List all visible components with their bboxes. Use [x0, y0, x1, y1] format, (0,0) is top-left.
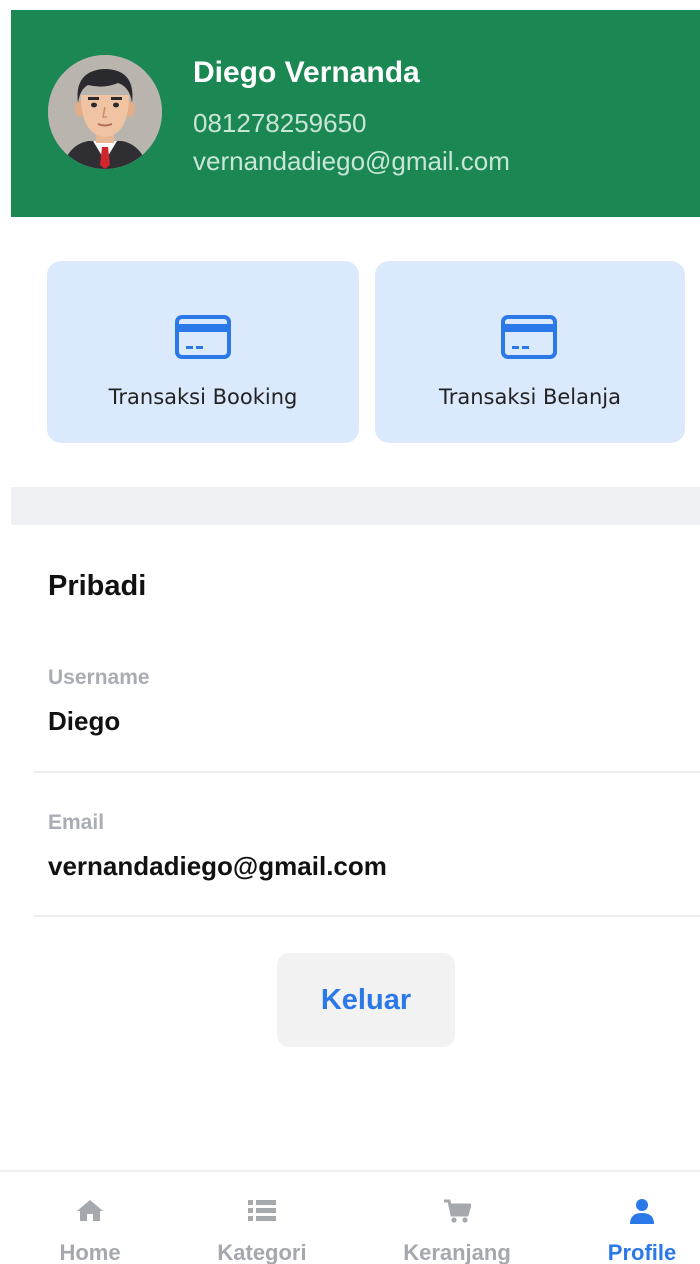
profile-name: Diego Vernanda [193, 56, 420, 89]
section-title: Pribadi [48, 570, 147, 602]
user-avatar-icon [48, 55, 162, 169]
email-value: vernandadiego@gmail.com [48, 851, 387, 881]
username-value: Diego [48, 706, 121, 736]
bottom-tab-bar: Home Kategori Keranjang Profile [0, 1170, 700, 1264]
profile-email: vernandadiego@gmail.com [193, 146, 510, 176]
tab-home[interactable]: Home [40, 1172, 140, 1264]
section-divider [11, 487, 700, 525]
tab-label: Keranjang [403, 1240, 511, 1264]
transaksi-belanja-button[interactable]: Transaksi Belanja [375, 261, 685, 443]
status-strip [0, 0, 700, 10]
tab-label: Home [59, 1240, 121, 1264]
avatar [48, 55, 162, 169]
tab-label: Kategori [217, 1240, 307, 1264]
tile-label: Transaksi Booking [108, 385, 298, 409]
logout-button[interactable]: Keluar [277, 953, 455, 1047]
profile-phone: 081278259650 [193, 108, 367, 138]
list-icon [248, 1200, 276, 1221]
email-label: Email [48, 811, 105, 834]
home-icon [77, 1200, 103, 1221]
tab-keranjang[interactable]: Keranjang [390, 1172, 524, 1264]
cart-icon [444, 1199, 471, 1223]
row-divider [34, 915, 700, 917]
user-icon [630, 1199, 654, 1224]
tab-label: Profile [607, 1240, 677, 1264]
username-label: Username [48, 666, 150, 689]
tile-label: Transaksi Belanja [438, 385, 622, 409]
tab-kategori[interactable]: Kategori [202, 1172, 322, 1264]
row-divider [34, 771, 700, 773]
transaksi-booking-button[interactable]: Transaksi Booking [47, 261, 359, 443]
credit-card-icon [501, 315, 557, 359]
credit-card-icon [175, 315, 231, 359]
tab-profile[interactable]: Profile [592, 1172, 692, 1264]
profile-header: Diego Vernanda 081278259650 vernandadieg… [11, 10, 700, 217]
